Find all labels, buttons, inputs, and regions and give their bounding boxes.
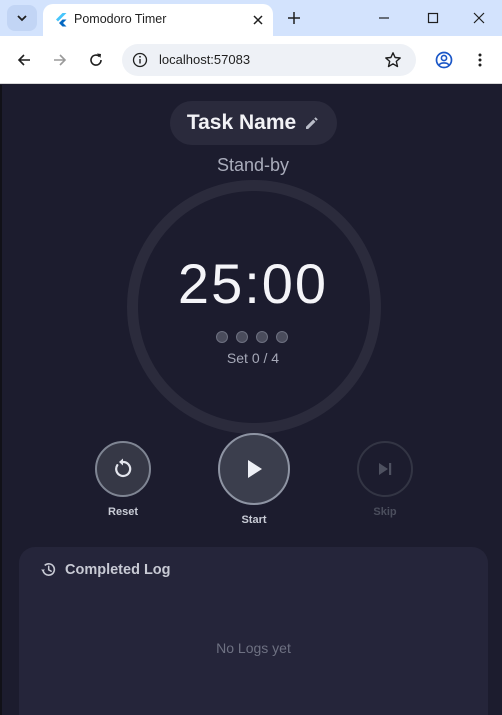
kebab-menu-icon — [478, 53, 482, 67]
reload-button[interactable] — [84, 48, 108, 72]
reset-button[interactable] — [95, 441, 151, 497]
browser-tabstrip: Pomodoro Timer — [0, 0, 502, 36]
set-dot — [216, 331, 228, 343]
pomodoro-app: Task Name Stand-by 25:00 Set 0 / 4 Reset… — [0, 85, 502, 715]
new-tab-button[interactable] — [283, 7, 305, 29]
arrow-left-icon — [17, 54, 30, 66]
chevron-down-icon — [17, 15, 27, 22]
set-progress-text: Set 0 / 4 — [226, 350, 280, 366]
address-bar[interactable]: localhost:57083 — [122, 44, 416, 76]
close-window-button[interactable] — [467, 6, 491, 30]
tab-close-button[interactable] — [248, 10, 268, 30]
log-header: Completed Log — [40, 561, 171, 578]
plus-icon — [288, 12, 300, 24]
completed-log-card: Completed Log No Logs yet — [19, 547, 488, 715]
pencil-icon[interactable] — [304, 115, 320, 131]
tab-search-button[interactable] — [7, 5, 37, 31]
start-button[interactable] — [218, 433, 290, 505]
set-progress-dots — [216, 331, 288, 343]
play-icon — [248, 460, 262, 478]
profile-button[interactable] — [432, 48, 456, 72]
star-icon[interactable] — [384, 51, 402, 69]
set-dot — [256, 331, 268, 343]
info-icon[interactable] — [132, 52, 148, 68]
maximize-icon — [427, 12, 439, 24]
close-icon — [253, 15, 263, 25]
log-title: Completed Log — [65, 561, 171, 578]
menu-button[interactable] — [468, 48, 492, 72]
forward-button[interactable] — [48, 48, 72, 72]
arrow-right-icon — [54, 54, 67, 66]
reload-icon — [90, 53, 102, 66]
profile-icon — [435, 51, 453, 69]
browser-tab[interactable]: Pomodoro Timer — [43, 4, 273, 36]
start-label: Start — [241, 514, 267, 526]
set-dot — [236, 331, 248, 343]
url-text[interactable]: localhost:57083 — [159, 52, 250, 67]
close-icon — [473, 12, 485, 24]
timer-status: Stand-by — [216, 155, 290, 175]
reset-label: Reset — [108, 506, 138, 518]
log-empty-message: No Logs yet — [216, 640, 291, 656]
flutter-icon — [56, 13, 67, 27]
minimize-icon — [379, 17, 389, 19]
skip-next-icon — [379, 463, 392, 475]
minimize-button[interactable] — [372, 6, 396, 30]
restart-icon — [115, 458, 132, 478]
timer-display: 25:00 — [177, 252, 329, 315]
skip-button[interactable] — [357, 441, 413, 497]
set-dot — [276, 331, 288, 343]
back-button[interactable] — [12, 48, 36, 72]
history-icon — [41, 563, 56, 576]
maximize-button[interactable] — [421, 6, 445, 30]
task-name-pill[interactable]: Task Name — [170, 101, 337, 145]
browser-toolbar: localhost:57083 — [0, 36, 502, 84]
skip-label: Skip — [373, 506, 397, 518]
task-name: Task Name — [186, 111, 297, 134]
tab-title: Pomodoro Timer — [74, 12, 167, 26]
